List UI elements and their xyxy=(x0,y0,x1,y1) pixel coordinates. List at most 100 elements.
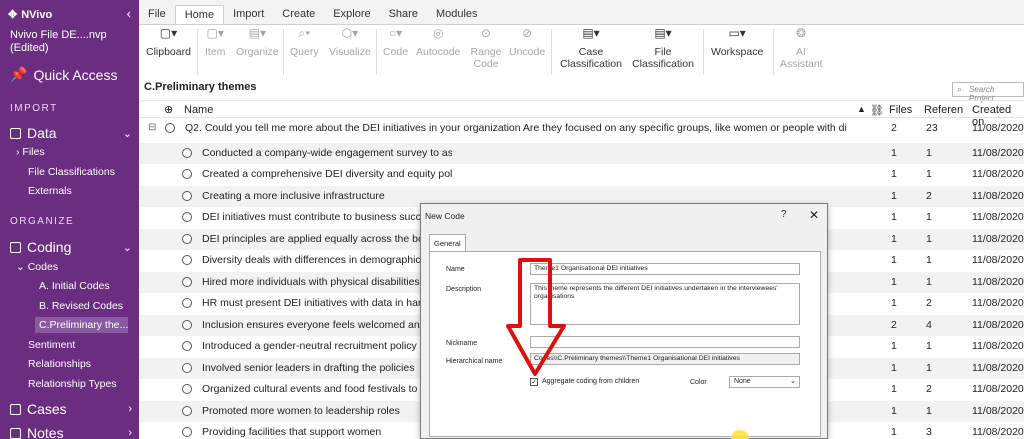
sidebar-group-cases[interactable]: Cases › xyxy=(10,401,132,417)
workspace-button[interactable]: ▭▾ Workspace xyxy=(711,27,763,58)
sidebar-item-file-classifications[interactable]: File Classifications xyxy=(28,166,115,178)
aggregate-label: Aggregate coding from children xyxy=(542,378,640,385)
code-name: Inclusion ensures everyone feels welcome… xyxy=(202,319,426,331)
created-date: 11/08/2020 xyxy=(972,340,1024,352)
cases-icon xyxy=(10,403,21,415)
case-classification-button[interactable]: ▤▾ Case Classification xyxy=(558,27,624,70)
sidebar-item-sentiment[interactable]: Sentiment xyxy=(28,339,75,351)
uncode-icon: ⊘ xyxy=(522,26,533,40)
item-icon: ▢▾ xyxy=(206,26,224,40)
code-name: Q2. Could you tell me more about the DEI… xyxy=(185,122,847,134)
sidebar-item-relationship-types[interactable]: Relationship Types xyxy=(28,378,117,390)
tab-share[interactable]: Share xyxy=(380,5,427,25)
quick-access-item[interactable]: 📌 Quick Access xyxy=(10,66,117,83)
description-field[interactable]: This theme represents the different DEI … xyxy=(530,283,800,325)
tab-import[interactable]: Import xyxy=(224,5,273,25)
sidebar-group-data[interactable]: Data ⌄ xyxy=(10,125,132,141)
sidebar-item-files[interactable]: › Files xyxy=(16,146,45,158)
created-date: 11/08/2020 xyxy=(972,211,1024,223)
organize-button[interactable]: ▤▾ Organize xyxy=(236,27,279,58)
sidebar-item-preliminary-themes[interactable]: C.Preliminary the... xyxy=(35,317,128,333)
reference-count: 1 xyxy=(926,233,932,245)
code-name: Organized cultural events and food festi… xyxy=(202,383,418,395)
color-label: Color xyxy=(690,379,707,386)
sort-up-icon[interactable]: ▲ xyxy=(857,104,866,114)
column-references[interactable]: Referen xyxy=(924,104,963,116)
description-label: Description xyxy=(446,286,482,293)
sidebar-item-codes[interactable]: ⌄ Codes xyxy=(16,261,58,273)
code-icon xyxy=(182,277,192,287)
tab-explore[interactable]: Explore xyxy=(324,5,379,25)
name-field[interactable]: Theme1 Organisational DEI initiatives xyxy=(530,263,800,275)
created-date: 11/08/2020 xyxy=(972,168,1024,180)
chevron-down-icon: ⌄ xyxy=(790,378,796,385)
search-input[interactable]: ⌕ Search Project xyxy=(952,82,1024,103)
color-select[interactable]: None ⌄ xyxy=(729,376,800,388)
aggregate-checkbox[interactable]: ✓ xyxy=(530,378,538,386)
brand-label: NVivo xyxy=(21,8,53,21)
code-button[interactable]: ○▾ Code xyxy=(383,27,408,58)
table-row[interactable]: ⊟ Q2. Could you tell me more about the DE… xyxy=(140,118,1024,139)
table-row[interactable]: Created a comprehensive DEI diversity an… xyxy=(140,164,1024,185)
reference-count: 1 xyxy=(926,147,932,159)
code-icon: ○▾ xyxy=(388,26,403,40)
reference-count: 1 xyxy=(926,276,932,288)
reference-count: 23 xyxy=(926,122,938,134)
item-button[interactable]: ▢▾ Item xyxy=(205,27,225,58)
code-icon xyxy=(182,234,192,244)
tab-file[interactable]: File xyxy=(139,5,175,25)
file-count: 1 xyxy=(891,297,897,309)
tab-home[interactable]: Home xyxy=(174,5,225,25)
created-date: 11/08/2020 xyxy=(972,362,1024,374)
tab-create[interactable]: Create xyxy=(273,5,324,25)
collapse-sidebar-icon[interactable]: ‹ xyxy=(127,6,131,21)
help-icon[interactable]: ? xyxy=(781,209,787,220)
file-count: 1 xyxy=(891,383,897,395)
code-icon xyxy=(182,255,192,265)
clipboard-button[interactable]: ▢▾ Clipboard xyxy=(146,27,191,58)
visualize-button[interactable]: ⬡▾ Visualize xyxy=(329,27,371,58)
add-code-icon[interactable]: ⊕ xyxy=(164,103,173,116)
code-name: Hired more individuals with physical dis… xyxy=(202,276,420,288)
reference-count: 3 xyxy=(926,426,932,438)
created-date: 11/08/2020 xyxy=(972,190,1024,202)
code-icon xyxy=(182,169,192,179)
query-button[interactable]: ⌕▾ Query xyxy=(290,27,319,58)
sidebar-item-initial-codes[interactable]: A. Initial Codes xyxy=(39,280,110,292)
code-name: Created a comprehensive DEI diversity an… xyxy=(202,168,452,180)
sidebar-item-revised-codes[interactable]: B. Revised Codes xyxy=(39,300,123,312)
nickname-field[interactable] xyxy=(530,336,800,348)
toolbar-divider xyxy=(551,29,552,75)
toolbar-divider xyxy=(773,29,774,75)
column-files[interactable]: Files xyxy=(889,104,912,116)
notes-icon xyxy=(10,427,21,439)
brain-icon: ❂ xyxy=(795,26,807,40)
project-file-name: Nvivo File DE....nvp (Edited) xyxy=(10,29,107,54)
visualize-icon: ⬡▾ xyxy=(341,26,359,40)
dialog-panel: Name Theme1 Organisational DEI initiativ… xyxy=(429,251,821,437)
sidebar-group-notes[interactable]: Notes › xyxy=(10,425,132,439)
reference-count: 1 xyxy=(926,362,932,374)
sidebar-group-coding[interactable]: Coding ⌄ xyxy=(10,239,132,255)
chevron-right-icon: › xyxy=(128,403,132,415)
table-row[interactable]: Conducted a company-wide engagement surv… xyxy=(140,143,1024,164)
file-classification-button[interactable]: ▤▾ File Classification xyxy=(631,27,695,70)
ai-assistant-button[interactable]: ❂ AI Assistant xyxy=(780,26,823,70)
created-date: 11/08/2020 xyxy=(972,405,1024,417)
code-name: Introduced a gender-neutral recruitment … xyxy=(202,340,417,352)
autocode-button[interactable]: ◎ Autocode xyxy=(416,27,460,58)
sidebar-item-externals[interactable]: Externals xyxy=(28,185,72,197)
column-name[interactable]: Name xyxy=(184,104,213,116)
chevron-down-icon: ⌄ xyxy=(122,127,132,140)
uncode-button[interactable]: ⊘ Uncode xyxy=(509,27,545,58)
close-icon[interactable]: ✕ xyxy=(809,208,819,222)
code-icon xyxy=(182,320,192,330)
collapse-icon[interactable]: ⊟ xyxy=(148,122,156,133)
tab-modules[interactable]: Modules xyxy=(427,5,487,25)
file-count: 1 xyxy=(891,362,897,374)
range-code-button[interactable]: ⊙ Range Code xyxy=(470,27,502,70)
created-date: 11/08/2020 xyxy=(972,426,1024,438)
tab-general[interactable]: General xyxy=(429,234,466,252)
sidebar-item-relationships[interactable]: Relationships xyxy=(28,358,91,370)
table-header: ⊕ Name ▲ ⛓ Files Referen Created on xyxy=(140,100,1024,128)
